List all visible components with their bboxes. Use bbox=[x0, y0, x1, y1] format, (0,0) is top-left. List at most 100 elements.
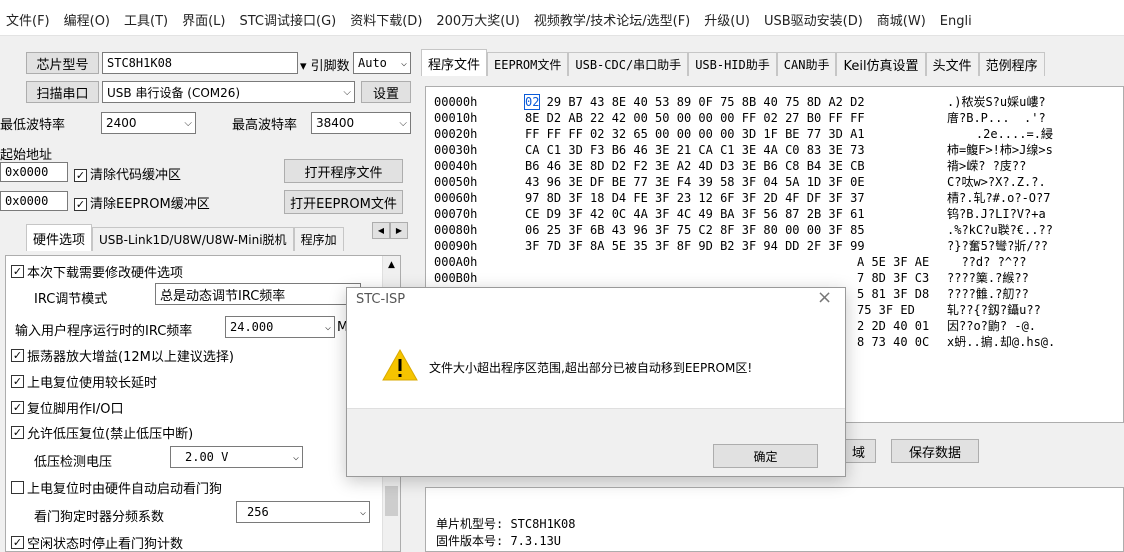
hex-bytes: B6 46 3E 8D D2 F2 3E A2 4D D3 3E B6 C8 B… bbox=[525, 159, 865, 173]
option-lvd-reset[interactable]: ✓ 允许低压复位(禁止低压中断) bbox=[11, 423, 193, 442]
chip-model-button[interactable]: 芯片型号 bbox=[26, 52, 99, 74]
info-output: 单片机型号: STC8H1K08 固件版本号: 7.3.13U bbox=[425, 487, 1124, 552]
clear-code-buffer-label: 清除代码缓冲区 bbox=[90, 168, 182, 183]
chevron-left-icon[interactable]: ◀ bbox=[372, 222, 390, 239]
tab-program-encrypt[interactable]: 程序加 bbox=[293, 227, 344, 251]
option-osc-gain[interactable]: ✓ 振荡器放大增益(12M以上建议选择) bbox=[11, 346, 234, 365]
tab-example-programs[interactable]: 范例程序 bbox=[978, 52, 1045, 76]
menu-usb-driver[interactable]: USB驱动安装(D) bbox=[757, 8, 870, 36]
chevron-down-icon: ⌵ bbox=[184, 117, 192, 129]
max-baud-value: 38400 bbox=[316, 116, 355, 130]
hex-address: 00090h bbox=[434, 239, 478, 253]
hex-ascii: 棈?.轧?#.o?-O?7 bbox=[947, 191, 1051, 205]
hex-address: 00070h bbox=[434, 207, 478, 221]
hex-address: 000B0h bbox=[434, 271, 478, 285]
option-idle-wdt[interactable]: ✓ 空闲状态时停止看门狗计数 bbox=[11, 533, 184, 552]
serial-port-select[interactable]: USB 串行设备 (COM26) ⌵ bbox=[102, 81, 355, 103]
eeprom-address-input[interactable]: 0x0000 bbox=[0, 191, 68, 211]
checkbox-checked-icon: ✓ bbox=[11, 536, 24, 549]
hex-bytes: CA C1 3D F3 B6 46 3E 21 CA C1 3E 4A C0 8… bbox=[525, 143, 865, 157]
tab-eeprom-file[interactable]: EEPROM文件 bbox=[487, 52, 569, 76]
menu-prize[interactable]: 200万大奖(U) bbox=[429, 8, 526, 36]
tab-offline-programmer[interactable]: USB-Link1D/U8W/U8W-Mini脱机 bbox=[92, 227, 294, 251]
chevron-right-icon[interactable]: ▶ bbox=[390, 222, 408, 239]
irc-mode-select[interactable]: 总是动态调节IRC频率 bbox=[155, 283, 361, 305]
right-tab-strip: 程序文件 EEPROM文件 USB-CDC/串口助手 USB-HID助手 CAN… bbox=[421, 46, 1045, 76]
irc-mode-label: IRC调节模式 bbox=[34, 292, 108, 307]
save-data-button[interactable]: 保存数据 bbox=[891, 439, 979, 463]
hex-address: 000A0h bbox=[434, 255, 478, 269]
serial-port-value: USB 串行设备 (COM26) bbox=[107, 85, 241, 100]
scrollbar-thumb[interactable] bbox=[385, 486, 398, 516]
menu-file[interactable]: 文件(F) bbox=[0, 8, 57, 36]
menu-english[interactable]: Engli bbox=[933, 8, 979, 36]
option-poweron-delay[interactable]: ✓ 上电复位使用较长延时 bbox=[11, 372, 157, 391]
clear-code-buffer-checkbox[interactable]: ✓ 清除代码缓冲区 bbox=[74, 164, 181, 183]
hex-ascii: 柿=鳆F>!柿>J缐>s bbox=[947, 143, 1053, 157]
menu-tools[interactable]: 工具(T) bbox=[117, 8, 175, 36]
hex-ascii: 轧??{?釼?鑷u?? bbox=[947, 303, 1041, 317]
hex-bytes: 02 29 B7 43 8E 40 53 89 0F 75 8B 40 75 8… bbox=[523, 94, 865, 110]
menu-store[interactable]: 商城(W) bbox=[870, 8, 933, 36]
option-poweron-delay-label: 上电复位使用较长延时 bbox=[27, 376, 158, 391]
option-osc-gain-label: 振荡器放大增益(12M以上建议选择) bbox=[27, 350, 234, 365]
tab-header-file[interactable]: 头文件 bbox=[925, 52, 979, 76]
hex-ascii: ??d? ?^?? bbox=[947, 255, 1027, 269]
chevron-up-icon[interactable]: ▲ bbox=[383, 260, 400, 274]
hex-bytes: 2 2D 40 01 bbox=[857, 319, 930, 333]
scan-port-button[interactable]: 扫描串口 bbox=[26, 81, 99, 103]
option-reset-io[interactable]: ✓ 复位脚用作I/O口 bbox=[11, 398, 123, 417]
menu-downloads[interactable]: 资料下载(D) bbox=[343, 8, 429, 36]
wdt-divider-select[interactable]: 256 ⌵ bbox=[236, 501, 370, 523]
irc-freq-select[interactable]: 24.000 ⌵ bbox=[225, 316, 335, 338]
pin-count-value: Auto bbox=[358, 56, 387, 70]
tab-can-assistant[interactable]: CAN助手 bbox=[776, 52, 837, 76]
eeprom-address-value: 0x0000 bbox=[5, 194, 49, 208]
hex-address: 00060h bbox=[434, 191, 478, 205]
ok-button[interactable]: 确定 bbox=[713, 444, 818, 468]
tab-keil-settings[interactable]: Keil仿真设置 bbox=[836, 52, 926, 76]
option-idle-wdt-label: 空闲状态时停止看门狗计数 bbox=[27, 537, 184, 552]
irc-freq-label: 输入用户程序运行时的IRC频率 bbox=[15, 324, 193, 339]
max-baud-select[interactable]: 38400 ⌵ bbox=[311, 112, 411, 134]
open-eeprom-file-button[interactable]: 打开EEPROM文件 bbox=[284, 190, 403, 214]
settings-button[interactable]: 设置 bbox=[361, 81, 411, 103]
menu-video-forum[interactable]: 视频教学/技术论坛/选型(F) bbox=[527, 8, 697, 36]
menu-upgrade[interactable]: 升级(U) bbox=[697, 8, 757, 36]
option-modify-hardware[interactable]: ✓ 本次下载需要修改硬件选项 bbox=[11, 262, 183, 281]
hardware-options-panel: ✓ 本次下载需要修改硬件选项 IRC调节模式 总是动态调节IRC频率 输入用户程序… bbox=[5, 255, 401, 552]
menu-interface[interactable]: 界面(L) bbox=[175, 8, 232, 36]
tab-program-file[interactable]: 程序文件 bbox=[421, 49, 488, 76]
lvd-select[interactable]: 2.00 V ⌵ bbox=[170, 446, 303, 468]
chevron-down-icon: ⌵ bbox=[399, 117, 407, 129]
hex-bytes: 8E D2 AB 22 42 00 50 00 00 00 FF 02 27 B… bbox=[525, 111, 865, 125]
close-icon[interactable]: × bbox=[817, 287, 832, 308]
menu-program[interactable]: 编程(O) bbox=[57, 8, 117, 36]
hex-ascii: .%?kC?u聫?€..?? bbox=[947, 223, 1053, 237]
selected-byte[interactable]: 02 bbox=[523, 94, 541, 110]
chip-model-select[interactable]: STC8H1K08 bbox=[102, 52, 298, 74]
min-baud-select[interactable]: 2400 ⌵ bbox=[101, 112, 196, 134]
hex-bytes: 75 3F ED bbox=[857, 303, 915, 317]
hex-ascii: 庴?B.P... .'? bbox=[947, 111, 1046, 125]
code-address-input[interactable]: 0x0000 bbox=[0, 162, 68, 182]
checkbox-checked-icon: ✓ bbox=[74, 198, 87, 211]
hex-ascii: ????篥.?緱?? bbox=[947, 271, 1029, 285]
option-wdt-hardware[interactable]: 上电复位时由硬件自动启动看门狗 bbox=[11, 478, 222, 497]
dialog-message: 文件大小超出程序区范围,超出部分已被自动移到EEPROM区! bbox=[429, 361, 753, 375]
open-program-file-button[interactable]: 打开程序文件 bbox=[284, 159, 403, 183]
tab-hid-assistant[interactable]: USB-HID助手 bbox=[688, 52, 777, 76]
menu-debug-interface[interactable]: STC调试接口(G) bbox=[233, 8, 344, 36]
min-baud-value: 2400 bbox=[106, 116, 137, 130]
hex-address: 00010h bbox=[434, 111, 478, 125]
firmware-version-text: 固件版本号: 7.3.13U bbox=[436, 534, 562, 548]
clear-eeprom-buffer-checkbox[interactable]: ✓ 清除EEPROM缓冲区 bbox=[74, 193, 210, 212]
hex-bytes: FF FF FF 02 32 65 00 00 00 00 3D 1F BE 7… bbox=[525, 127, 865, 141]
tab-hardware-options[interactable]: 硬件选项 bbox=[26, 224, 93, 251]
tab-serial-assistant[interactable]: USB-CDC/串口助手 bbox=[568, 52, 689, 76]
hex-bytes: CE D9 3F 42 0C 4A 3F 4C 49 BA 3F 56 87 2… bbox=[525, 207, 865, 221]
hex-bytes: 43 96 3E DF BE 77 3E F4 39 58 3F 04 5A 1… bbox=[525, 175, 865, 189]
pin-count-select[interactable]: Auto ⌵ bbox=[353, 52, 411, 74]
hex-bytes: A 5E 3F AE bbox=[857, 255, 930, 269]
pins-label: ▾ 引脚数 bbox=[300, 55, 350, 74]
